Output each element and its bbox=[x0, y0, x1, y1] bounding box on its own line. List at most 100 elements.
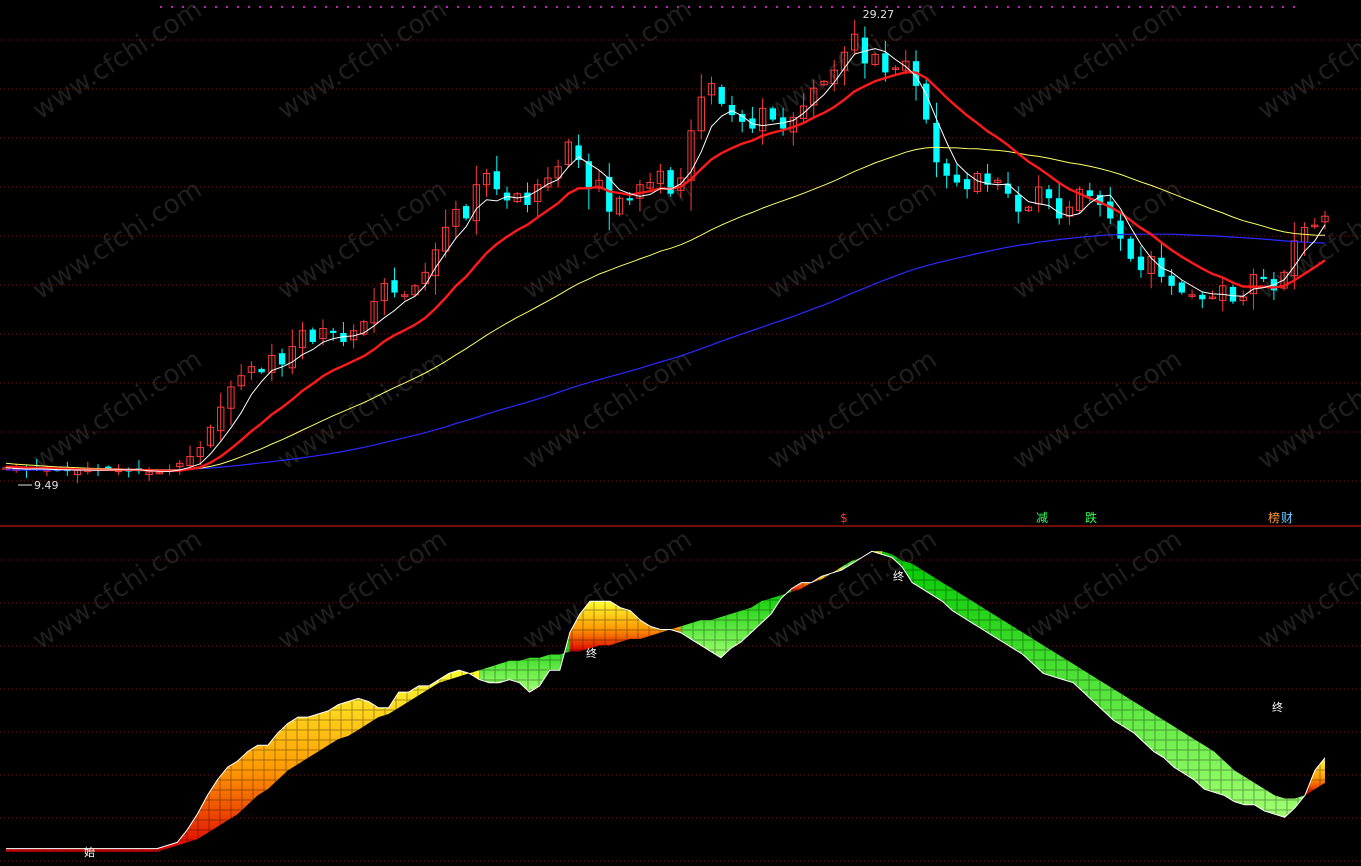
candle-body bbox=[1015, 194, 1022, 212]
top-dot bbox=[952, 6, 954, 8]
candle-body bbox=[667, 170, 674, 194]
top-dot bbox=[1249, 6, 1251, 8]
top-dot bbox=[721, 6, 723, 8]
top-dot bbox=[1062, 6, 1064, 8]
top-dot bbox=[248, 6, 250, 8]
top-dot bbox=[1271, 6, 1273, 8]
watermark-text: www.cfchi.com bbox=[762, 175, 942, 306]
top-dot bbox=[1139, 6, 1141, 8]
top-dot bbox=[1073, 6, 1075, 8]
signal-die: 跌 bbox=[1085, 510, 1097, 525]
top-dot bbox=[941, 6, 943, 8]
indicator-labels: 始 终 终 终 bbox=[84, 569, 1283, 859]
top-dot bbox=[545, 6, 547, 8]
top-dot bbox=[314, 6, 316, 8]
signal-dollar: $ bbox=[840, 511, 848, 525]
top-dot bbox=[1260, 6, 1262, 8]
signal-jian: 减 bbox=[1036, 511, 1048, 525]
top-dot bbox=[259, 6, 261, 8]
top-dot bbox=[567, 6, 569, 8]
top-dot bbox=[743, 6, 745, 8]
watermark-text: www.cfchi.com bbox=[1252, 345, 1361, 476]
candle-body bbox=[1127, 238, 1134, 259]
top-dot bbox=[754, 6, 756, 8]
top-dot bbox=[358, 6, 360, 8]
candle-body bbox=[923, 83, 930, 120]
candle-body bbox=[933, 122, 940, 163]
top-dot bbox=[853, 6, 855, 8]
top-dot bbox=[732, 6, 734, 8]
top-dot bbox=[1128, 6, 1130, 8]
indicator-end-label: 终 bbox=[1272, 700, 1283, 714]
top-dot bbox=[699, 6, 701, 8]
candle-body bbox=[953, 174, 961, 183]
watermark-text: www.cfchi.com bbox=[27, 345, 207, 476]
top-dot bbox=[391, 6, 393, 8]
indicator-area-series bbox=[6, 550, 1326, 852]
top-dot bbox=[1183, 6, 1185, 8]
indicator-end-label: 终 bbox=[586, 646, 597, 660]
top-dot bbox=[1205, 6, 1207, 8]
candle-body bbox=[1055, 198, 1063, 219]
candlestick-series bbox=[2, 19, 1329, 484]
top-dot bbox=[523, 6, 525, 8]
top-dot bbox=[897, 6, 899, 8]
price-annotations: 29.27 9.49 bbox=[18, 8, 894, 492]
top-dot bbox=[1194, 6, 1196, 8]
top-dot bbox=[347, 6, 349, 8]
top-dot bbox=[281, 6, 283, 8]
candle-body bbox=[309, 329, 316, 342]
top-dot bbox=[446, 6, 448, 8]
top-dot bbox=[963, 6, 965, 8]
top-dot bbox=[1106, 6, 1108, 8]
candle-body bbox=[258, 368, 265, 373]
top-dot bbox=[369, 6, 371, 8]
top-dot bbox=[1282, 6, 1284, 8]
candle-body bbox=[1045, 189, 1053, 199]
top-dot bbox=[1051, 6, 1053, 8]
top-dot bbox=[1018, 6, 1020, 8]
top-dot bbox=[1216, 6, 1218, 8]
top-dot bbox=[303, 6, 305, 8]
watermark-text: www.cfchi.com bbox=[762, 345, 942, 476]
candle-body bbox=[728, 104, 736, 116]
top-dot bbox=[1040, 6, 1042, 8]
watermark-text: www.cfchi.com bbox=[1252, 0, 1361, 126]
watermark-text: www.cfchi.com bbox=[1007, 345, 1187, 476]
candle-body bbox=[1107, 201, 1114, 219]
candle-body bbox=[462, 206, 470, 219]
top-dot bbox=[270, 6, 272, 8]
watermark-text: www.cfchi.com bbox=[272, 525, 452, 656]
top-dot bbox=[204, 6, 206, 8]
candle-body bbox=[1168, 275, 1175, 286]
low-price-label: 9.49 bbox=[34, 479, 59, 492]
candle-body bbox=[769, 108, 777, 120]
candle-body bbox=[493, 171, 500, 190]
top-dot bbox=[820, 6, 822, 8]
top-dot bbox=[380, 6, 382, 8]
top-dot bbox=[787, 6, 789, 8]
top-dot bbox=[237, 6, 239, 8]
watermark-text: www.cfchi.com bbox=[517, 345, 697, 476]
watermark-text: www.cfchi.com bbox=[27, 525, 207, 656]
area-cell-grid bbox=[6, 670, 480, 852]
candle-body bbox=[1199, 294, 1206, 300]
candle-body bbox=[278, 353, 286, 365]
watermark-text: www.cfchi.com bbox=[517, 0, 697, 126]
ma-mid-line bbox=[5, 70, 1326, 472]
top-dot bbox=[1117, 6, 1119, 8]
top-dot bbox=[611, 6, 613, 8]
candle-body bbox=[1260, 276, 1267, 280]
candle-body bbox=[963, 179, 971, 190]
signal-cai: 财 bbox=[1281, 511, 1293, 525]
top-dot bbox=[633, 6, 635, 8]
top-dot bbox=[589, 6, 591, 8]
watermark-text: www.cfchi.com bbox=[272, 0, 452, 126]
ma-long-line bbox=[6, 233, 1326, 471]
watermark-text: www.cfchi.com bbox=[27, 0, 207, 126]
top-dot bbox=[468, 6, 470, 8]
top-dot bbox=[974, 6, 976, 8]
top-dot bbox=[710, 6, 712, 8]
top-dot bbox=[798, 6, 800, 8]
top-dot bbox=[490, 6, 492, 8]
